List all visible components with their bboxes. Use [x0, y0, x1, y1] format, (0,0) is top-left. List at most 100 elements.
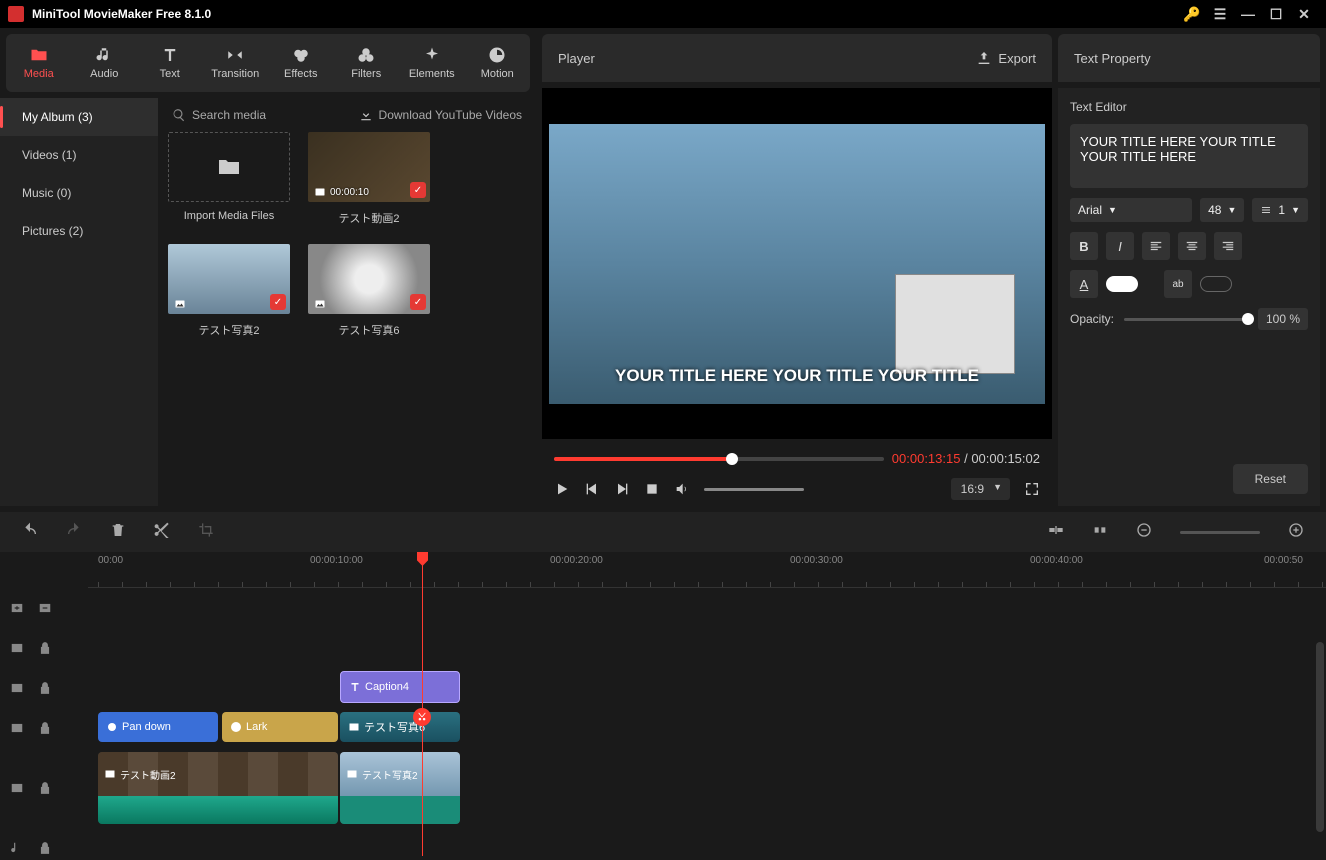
text-property-header: Text Property [1058, 34, 1320, 82]
fullscreen-button[interactable] [1024, 481, 1040, 497]
bold-button[interactable]: B [1070, 232, 1098, 260]
search-media[interactable]: Search media [172, 108, 266, 122]
check-icon: ✓ [410, 182, 426, 198]
italic-button[interactable]: I [1106, 232, 1134, 260]
snap-button[interactable] [1048, 522, 1064, 543]
tab-media-label: Media [24, 68, 54, 80]
folder-icon [29, 46, 49, 64]
import-media-button[interactable]: Import Media Files [168, 132, 290, 226]
magnetic-button[interactable] [1092, 522, 1108, 543]
export-icon [976, 50, 992, 66]
stop-button[interactable] [644, 481, 660, 497]
font-color-swatch[interactable] [1106, 276, 1138, 292]
cut-button[interactable] [154, 522, 170, 543]
key-icon[interactable]: 🔑 [1178, 6, 1206, 23]
film-icon [10, 781, 24, 795]
tab-effects[interactable]: Effects [268, 34, 334, 92]
clip-lark[interactable]: Lark [222, 712, 338, 742]
timeline-ruler[interactable]: 00:00 00:00:10:00 00:00:20:00 00:00:30:0… [88, 552, 1326, 588]
tab-filters[interactable]: Filters [334, 34, 400, 92]
tab-elements[interactable]: Elements [399, 34, 465, 92]
timeline-scrollbar[interactable] [1316, 642, 1324, 832]
redo-button[interactable] [66, 522, 82, 543]
export-button[interactable]: Export [976, 50, 1036, 66]
media-item-label: テスト動画2 [338, 210, 399, 226]
tab-audio[interactable]: Audio [72, 34, 138, 92]
image-icon [174, 298, 186, 310]
sidebar-videos[interactable]: Videos (1) [0, 136, 158, 174]
download-icon [359, 108, 373, 122]
clip-main-video[interactable]: テスト動画2 [98, 752, 338, 824]
maximize-button[interactable]: ☐ [1262, 6, 1290, 23]
close-button[interactable]: ✕ [1290, 6, 1318, 23]
clip-main-photo[interactable]: テスト写真2 [340, 752, 460, 824]
unlock-icon[interactable] [38, 781, 52, 795]
film-icon [10, 721, 24, 735]
track-header [0, 588, 88, 628]
volume-icon[interactable] [674, 481, 690, 497]
clip-pip[interactable]: テスト写真6 [340, 712, 460, 742]
tab-media[interactable]: Media [6, 34, 72, 92]
timeline[interactable]: 00:00 00:00:10:00 00:00:20:00 00:00:30:0… [0, 552, 1326, 856]
tab-transition[interactable]: Transition [203, 34, 269, 92]
playhead[interactable] [422, 552, 423, 856]
menu-icon[interactable]: ☰ [1206, 6, 1234, 23]
unlock-icon[interactable] [38, 641, 52, 655]
align-left-button[interactable] [1142, 232, 1170, 260]
clip-pandown[interactable]: Pan down [98, 712, 218, 742]
tab-audio-label: Audio [90, 68, 118, 80]
media-item-video[interactable]: 00:00:10 ✓ テスト動画2 [308, 132, 430, 226]
seek-bar[interactable] [554, 457, 884, 461]
timecode: 00:00:13:15 / 00:00:15:02 [892, 451, 1040, 466]
filter-icon [230, 721, 242, 733]
volume-slider[interactable] [704, 488, 804, 491]
text-icon [349, 681, 361, 693]
undo-button[interactable] [22, 522, 38, 543]
split-button[interactable] [413, 708, 431, 726]
clip-caption[interactable]: Caption4 [340, 671, 460, 703]
delete-button[interactable] [110, 522, 126, 543]
add-track-icon[interactable] [10, 601, 24, 615]
aspect-ratio-select[interactable]: 16:9 ▼ [951, 478, 1010, 500]
sidebar-my-album[interactable]: My Album (3) [0, 98, 158, 136]
highlight-button[interactable]: ab [1164, 270, 1192, 298]
highlight-color-swatch[interactable] [1200, 276, 1232, 292]
crop-button[interactable] [198, 522, 214, 543]
music-icon [10, 841, 24, 855]
next-frame-button[interactable] [614, 481, 630, 497]
tab-text[interactable]: Text [137, 34, 203, 92]
zoom-out-button[interactable] [1136, 522, 1152, 543]
media-item-photo-6[interactable]: ✓ テスト写真6 [308, 244, 430, 338]
opacity-slider[interactable] [1124, 318, 1248, 321]
prev-frame-button[interactable] [584, 481, 600, 497]
opacity-value: 100 % [1258, 308, 1308, 330]
font-select[interactable]: Arial▼ [1070, 198, 1192, 222]
transition-icon [225, 46, 245, 64]
opacity-label: Opacity: [1070, 312, 1114, 326]
unlock-icon[interactable] [38, 841, 52, 855]
align-center-button[interactable] [1178, 232, 1206, 260]
zoom-in-button[interactable] [1288, 522, 1304, 543]
align-right-button[interactable] [1214, 232, 1242, 260]
tab-motion-label: Motion [481, 68, 514, 80]
reset-button[interactable]: Reset [1233, 464, 1308, 494]
preview-area[interactable]: YOUR TITLE HERE YOUR TITLE YOUR TITLE [542, 88, 1052, 439]
font-size-select[interactable]: 48▼ [1200, 198, 1244, 222]
tab-motion[interactable]: Motion [465, 34, 531, 92]
remove-track-icon[interactable] [38, 601, 52, 615]
sidebar-pictures[interactable]: Pictures (2) [0, 212, 158, 250]
line-spacing-select[interactable]: 1▼ [1252, 198, 1308, 222]
tab-filters-label: Filters [351, 68, 381, 80]
download-youtube[interactable]: Download YouTube Videos [359, 108, 522, 122]
motion-icon [106, 721, 118, 733]
media-item-label: テスト写真2 [198, 322, 259, 338]
zoom-slider[interactable] [1180, 531, 1260, 534]
sidebar-music[interactable]: Music (0) [0, 174, 158, 212]
unlock-icon[interactable] [38, 721, 52, 735]
font-color-button[interactable]: A [1070, 270, 1098, 298]
media-item-photo-2[interactable]: ✓ テスト写真2 [168, 244, 290, 338]
text-input[interactable]: YOUR TITLE HERE YOUR TITLE YOUR TITLE HE… [1070, 124, 1308, 188]
play-button[interactable] [554, 481, 570, 497]
unlock-icon[interactable] [38, 681, 52, 695]
minimize-button[interactable]: — [1234, 6, 1262, 22]
